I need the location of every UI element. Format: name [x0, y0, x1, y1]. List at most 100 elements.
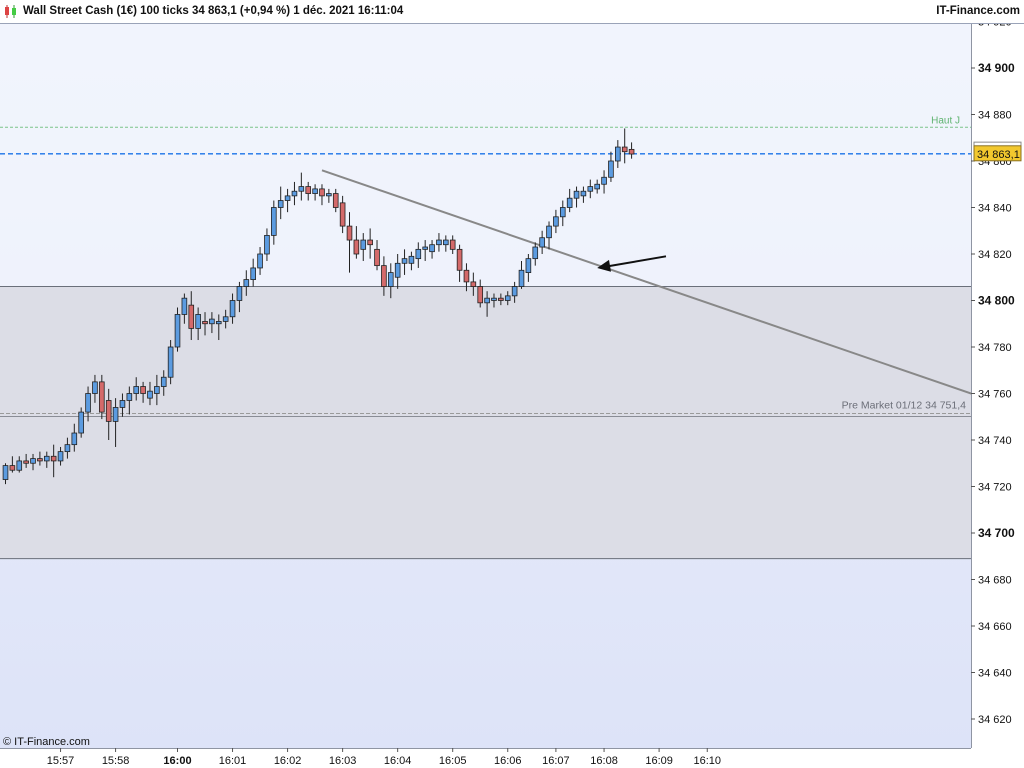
- candle-body: [470, 281, 477, 287]
- x-tick-label: 16:04: [384, 755, 412, 767]
- premarket-label: Pre Market 01/12 34 751,4: [842, 399, 966, 411]
- x-tick-label: 16:00: [163, 755, 191, 767]
- candle-body: [99, 381, 105, 413]
- candle-body: [491, 297, 497, 301]
- candle-body: [23, 460, 29, 464]
- y-tick-label: 34 660: [978, 621, 1012, 633]
- price-chart[interactable]: Haut J Pre Market 01/12 34 751,4 34 620 34…: [0, 24, 1024, 768]
- y-tick-label: 34 820: [978, 249, 1012, 261]
- candle-body: [236, 286, 243, 301]
- candle-body: [601, 176, 607, 185]
- x-tick-label: 16:10: [693, 755, 721, 767]
- candle-body: [250, 267, 256, 280]
- candle-body: [498, 297, 504, 301]
- candle-body: [43, 455, 50, 462]
- last-price-box-label: 34 863,1: [977, 149, 1020, 161]
- candle-body: [298, 186, 305, 192]
- candle-body: [346, 225, 353, 241]
- brand-label: IT-Finance.com: [936, 5, 1020, 17]
- candle-body: [553, 216, 559, 227]
- candle-body: [71, 432, 78, 446]
- shaded-zone: [0, 286, 971, 559]
- candle-body: [381, 265, 387, 287]
- candle-body: [312, 188, 318, 194]
- candle-body: [284, 195, 291, 201]
- candle-body: [271, 207, 277, 236]
- chart-title: Wall Street Cash (1€) 100 ticks 34 863,1…: [23, 5, 404, 17]
- candle-body: [160, 376, 167, 387]
- x-tick-label: 16:02: [274, 755, 302, 767]
- candle-body: [580, 190, 587, 197]
- candle-body: [57, 451, 64, 462]
- candle-body: [188, 304, 195, 329]
- candle-body: [518, 269, 525, 287]
- candle-body: [394, 262, 401, 278]
- candle-body: [367, 239, 373, 246]
- x-tick-label: 16:09: [645, 755, 673, 767]
- candle-body: [449, 239, 456, 250]
- candle-body: [174, 314, 181, 348]
- candle-body: [78, 411, 84, 434]
- candle-body: [277, 200, 284, 208]
- x-tick-label: 16:05: [439, 755, 467, 767]
- candle-body: [209, 318, 215, 325]
- candle-body: [92, 381, 98, 394]
- candle-body: [456, 248, 463, 271]
- candle-body: [181, 297, 188, 315]
- candle-body: [64, 444, 71, 453]
- y-tick-label: 34 720: [978, 482, 1012, 494]
- candle-body: [360, 239, 367, 250]
- candle-body: [436, 239, 442, 246]
- candle-body: [608, 160, 614, 178]
- candle-body: [463, 269, 470, 283]
- candle-body: [525, 258, 532, 273]
- candle-body: [532, 246, 539, 260]
- y-tick-label: 34 780: [978, 342, 1012, 354]
- candle-body: [50, 455, 57, 462]
- candle-body: [9, 465, 16, 471]
- y-tick-label: 34 680: [978, 575, 1012, 587]
- candle-body: [387, 272, 394, 287]
- candle-body: [559, 207, 566, 218]
- candle-body: [126, 393, 133, 401]
- candle-body: [484, 297, 490, 304]
- upper-zone: [0, 24, 971, 287]
- x-tick-label: 16:08: [590, 755, 618, 767]
- candle-body: [401, 258, 408, 264]
- candle-body: [594, 183, 600, 190]
- candle-body: [511, 286, 518, 297]
- candle-body: [222, 316, 229, 322]
- candle-body: [140, 386, 146, 394]
- candle-body: [37, 458, 43, 462]
- candle-body: [443, 239, 449, 246]
- candle-body: [615, 146, 621, 162]
- y-tick-label: 34 800: [978, 294, 1015, 308]
- candle: [78, 407, 84, 438]
- candle-body: [477, 286, 484, 304]
- candle-body: [539, 237, 545, 248]
- copyright-label: © IT-Finance.com: [3, 736, 90, 748]
- candle-body: [573, 190, 580, 199]
- candle-body: [332, 193, 339, 208]
- candle-body: [408, 255, 415, 264]
- candle: [167, 340, 174, 385]
- candle-body: [566, 197, 573, 208]
- candle-body: [154, 386, 160, 394]
- y-tick-label: 34 760: [978, 389, 1012, 401]
- chart-header: Wall Street Cash (1€) 100 ticks 34 863,1…: [0, 0, 1024, 24]
- y-tick-label: 34 620: [978, 714, 1012, 726]
- candle-body: [16, 460, 23, 471]
- candle-body: [243, 279, 250, 287]
- candle-body: [374, 248, 380, 267]
- candle-body: [415, 248, 422, 260]
- y-tick-label: 34 700: [978, 526, 1015, 540]
- candle-body: [112, 407, 119, 422]
- candle-body: [229, 300, 236, 318]
- candle-body: [2, 465, 9, 480]
- candle-body: [119, 400, 126, 408]
- candle-body: [133, 386, 140, 394]
- candle-body: [291, 190, 298, 197]
- candle-body: [326, 193, 332, 197]
- candlestick-logo-icon: [5, 5, 16, 18]
- y-tick-label: 34 840: [978, 203, 1012, 215]
